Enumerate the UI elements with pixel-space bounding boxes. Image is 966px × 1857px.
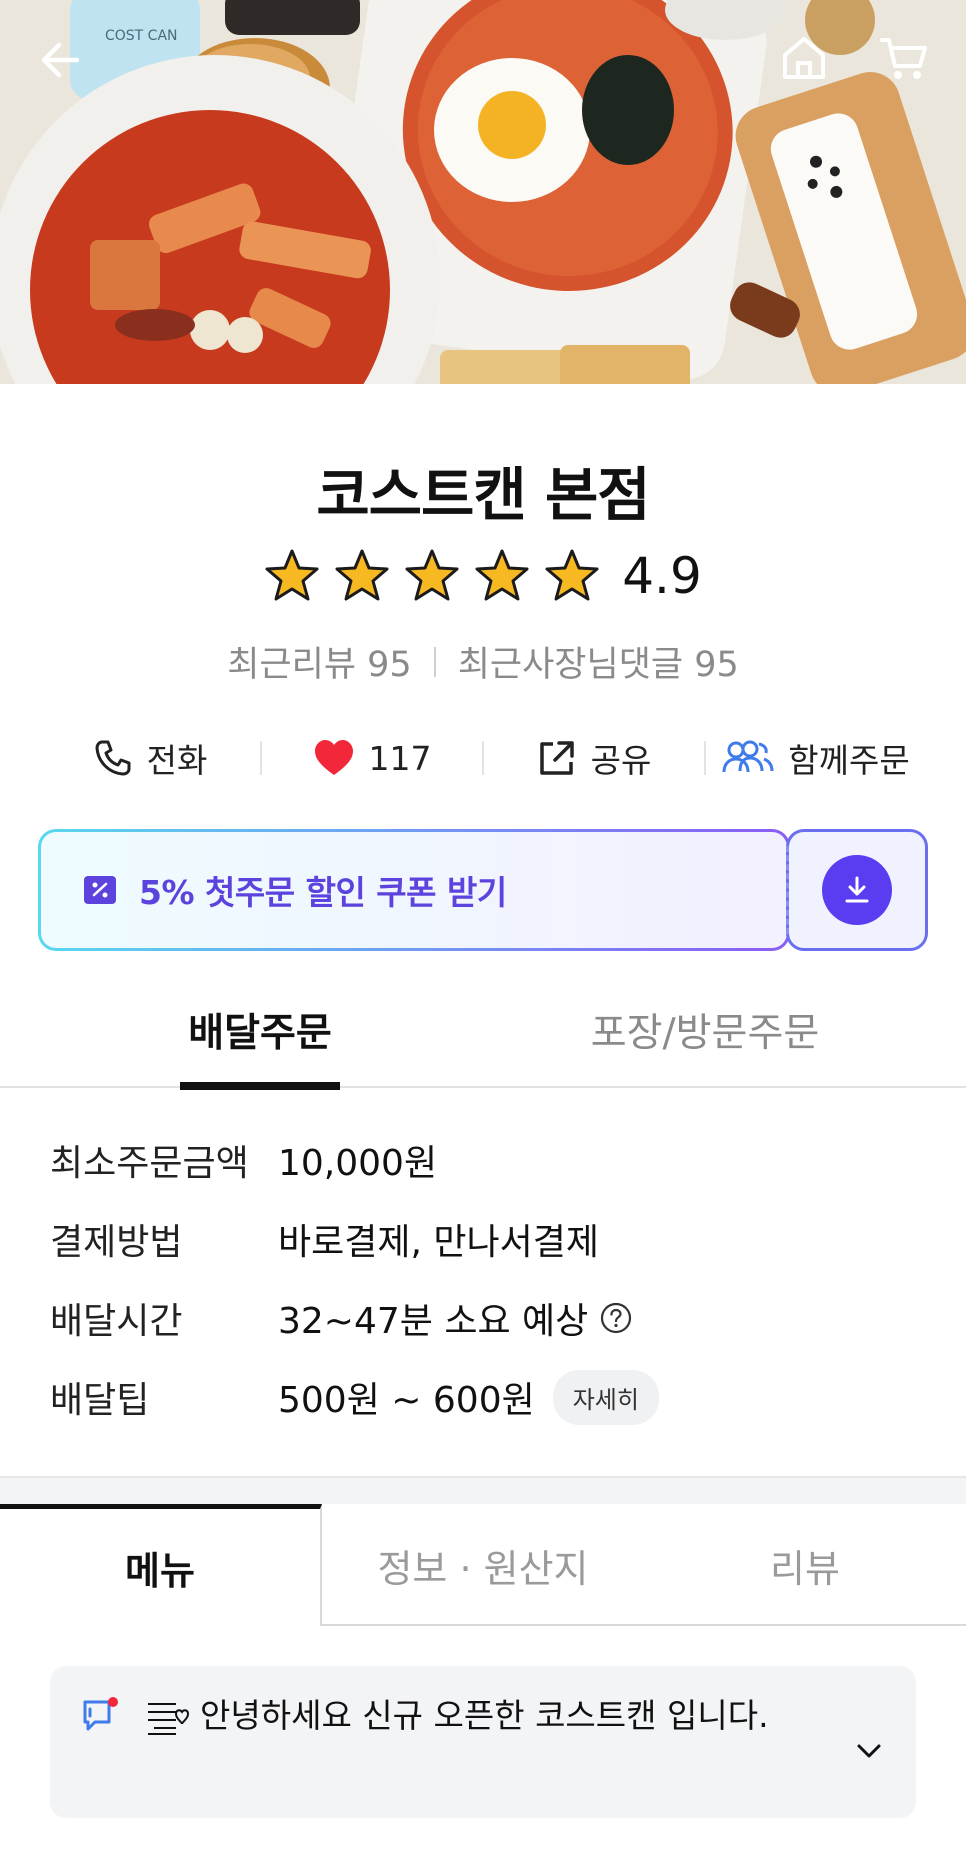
section-divider	[0, 1476, 966, 1504]
store-content-tabs: 메뉴 정보 · 원산지 리뷰	[0, 1504, 966, 1626]
owner-replies-count[interactable]: 최근사장님댓글 95	[458, 636, 739, 687]
call-button[interactable]: 전화	[40, 734, 260, 782]
store-notice[interactable]: 안녕하세요 신규 오픈한 코스트캔 입니다.	[50, 1666, 916, 1818]
coupon-download-button[interactable]	[786, 829, 928, 951]
home-button[interactable]	[772, 26, 836, 90]
cart-icon	[880, 38, 927, 79]
store-actions: 전화 117 공유 함께주문	[40, 730, 926, 786]
question-icon[interactable]	[600, 1302, 632, 1334]
tab-takeout-order[interactable]: 포장/방문주문	[560, 1002, 850, 1088]
star-icon	[545, 549, 599, 601]
like-count: 117	[368, 738, 432, 778]
tab-info-origin[interactable]: 정보 · 원산지	[322, 1504, 644, 1626]
download-icon	[845, 876, 869, 903]
star-icon	[265, 549, 319, 601]
divider	[433, 646, 436, 677]
min-order-label: 최소주문금액	[50, 1143, 249, 1184]
star-icon	[405, 549, 459, 601]
tab-delivery-order[interactable]: 배달주문	[180, 1002, 340, 1090]
heart-icon	[314, 740, 353, 775]
delivery-tip-label: 배달팁	[50, 1380, 150, 1421]
delivery-tip-row: 배달팁 500원 ~ 600원 자세히	[50, 1369, 930, 1425]
group-icon	[722, 740, 774, 773]
order-type-tabs: 배달주문 포장/방문주문	[0, 1002, 966, 1090]
chevron-down-icon[interactable]	[852, 1734, 886, 1768]
star-icon	[335, 549, 389, 601]
delivery-time-label: 배달시간	[50, 1301, 183, 1342]
tab-menu[interactable]: 메뉴	[0, 1504, 322, 1626]
call-label: 전화	[146, 741, 208, 780]
delivery-info: 최소주문금액 10,000원 결제방법 바로결제, 만나서결제 배달시간 32~…	[50, 1140, 930, 1456]
share-label: 공유	[590, 741, 652, 780]
review-counts: 최근리뷰 95 최근사장님댓글 95	[0, 636, 966, 687]
recent-reviews-count[interactable]: 최근리뷰 95	[227, 636, 411, 687]
rating-row: 4.9	[0, 547, 966, 605]
payment-row: 결제방법 바로결제, 만나서결제	[50, 1219, 930, 1263]
cart-button[interactable]	[872, 26, 936, 90]
notice-megaphone-icon	[83, 1697, 118, 1731]
min-order-row: 최소주문금액 10,000원	[50, 1140, 930, 1184]
delivery-time-row: 배달시간 32~47분 소요 예상	[50, 1298, 930, 1342]
tab-review[interactable]: 리뷰	[644, 1504, 966, 1626]
home-icon	[783, 37, 825, 79]
coupon-button[interactable]: 5% 첫주문 할인 쿠폰 받기	[38, 829, 790, 951]
coupon-label: 5% 첫주문 할인 쿠폰 받기	[139, 873, 507, 912]
arrow-left-icon	[41, 42, 80, 78]
group-order-button[interactable]: 함께주문	[706, 734, 926, 782]
delivery-time-value: 32~47분 소요 예상	[278, 1301, 589, 1342]
star-icon	[475, 549, 529, 601]
coupon-banner: 5% 첫주문 할인 쿠폰 받기	[38, 829, 928, 951]
tip-detail-button[interactable]: 자세히	[552, 1369, 659, 1425]
group-order-label: 함께주문	[788, 741, 910, 780]
delivery-tip-value-wrap: 500원 ~ 600원 자세히	[278, 1369, 659, 1425]
rating-value: 4.9	[622, 547, 702, 605]
download-circle	[822, 855, 892, 925]
delivery-time-value-wrap: 32~47분 소요 예상	[278, 1292, 632, 1344]
svg-text:COST CAN: COST CAN	[105, 28, 178, 44]
payment-value: 바로결제, 만나서결제	[278, 1222, 599, 1263]
like-button[interactable]: 117	[262, 738, 482, 778]
min-order-value: 10,000원	[278, 1143, 438, 1184]
star-rating	[264, 548, 600, 604]
store-hero-image: COST CAN	[0, 0, 966, 384]
back-button[interactable]	[28, 28, 92, 92]
coupon-icon	[84, 876, 116, 904]
notice-text-icon	[148, 1703, 190, 1735]
payment-label: 결제방법	[50, 1222, 183, 1263]
share-button[interactable]: 공유	[484, 734, 704, 782]
notice-text: 안녕하세요 신규 오픈한 코스트캔 입니다.	[200, 1696, 769, 1735]
delivery-tip-value: 500원 ~ 600원	[278, 1380, 535, 1421]
store-name: 코스트캔 본점	[316, 461, 650, 529]
share-icon	[539, 741, 574, 775]
phone-icon	[95, 740, 131, 776]
